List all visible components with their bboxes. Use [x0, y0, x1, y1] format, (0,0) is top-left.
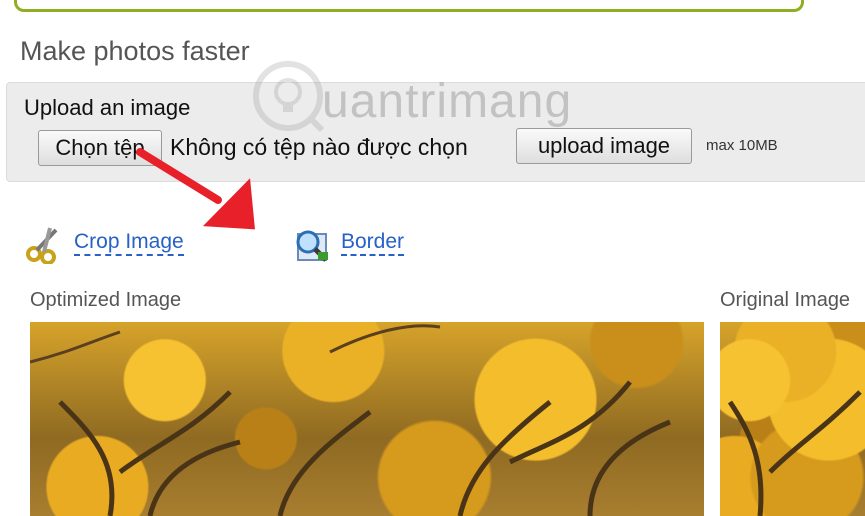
- original-image-label: Original Image: [720, 289, 851, 311]
- border-link[interactable]: Border: [341, 230, 405, 256]
- choose-file-button[interactable]: Chọn tệp: [38, 130, 162, 166]
- upload-image-button[interactable]: upload image: [516, 128, 692, 164]
- top-accent-bar: [14, 0, 804, 12]
- magnifier-icon[interactable]: [292, 226, 332, 264]
- tree-branches-graphic: [727, 390, 862, 516]
- max-size-note: max 10MB: [706, 137, 778, 154]
- tree-branches-graphic: [30, 324, 671, 516]
- upload-label: Upload an image: [24, 95, 191, 120]
- crop-image-link[interactable]: Crop Image: [74, 230, 184, 256]
- no-file-chosen-text: Không có tệp nào được chọn: [170, 134, 468, 160]
- watermark-logo-icon: [253, 61, 325, 133]
- page-title: Make photos faster: [20, 36, 250, 66]
- optimized-image: [30, 322, 704, 516]
- watermark-text: uantrimang: [322, 75, 573, 128]
- optimized-image-label: Optimized Image: [30, 289, 182, 311]
- original-image: [720, 322, 865, 516]
- scissors-icon[interactable]: [24, 224, 64, 264]
